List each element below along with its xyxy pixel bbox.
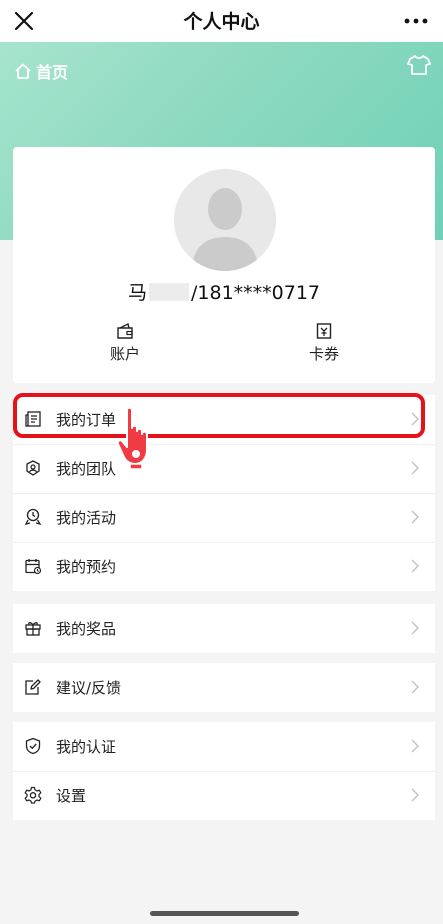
activity-icon bbox=[24, 508, 42, 526]
chevron-right-icon bbox=[411, 680, 419, 694]
shield-check-icon bbox=[25, 737, 41, 755]
chevron-right-icon bbox=[411, 461, 419, 475]
page-title: 个人中心 bbox=[183, 11, 260, 33]
menu-item-feedback[interactable]: 建议/反馈 bbox=[13, 663, 435, 712]
more-options-icon[interactable] bbox=[403, 12, 429, 30]
account-label: 账户 bbox=[109, 345, 140, 363]
coupon-label: 卡券 bbox=[308, 345, 339, 363]
menu-item-settings[interactable]: 设置 bbox=[13, 771, 435, 820]
chevron-right-icon bbox=[411, 510, 419, 524]
coupon-icon bbox=[316, 323, 332, 339]
menu-group-feedback: 建议/反馈 bbox=[13, 663, 435, 712]
home-link[interactable]: 首页 bbox=[14, 59, 68, 83]
menu-label-feedback: 建议/反馈 bbox=[56, 679, 122, 697]
wallet-icon bbox=[117, 322, 133, 339]
gift-icon bbox=[25, 622, 41, 636]
top-bar: 个人中心 bbox=[0, 0, 443, 42]
chevron-right-icon bbox=[411, 788, 419, 802]
chevron-right-icon bbox=[411, 621, 419, 635]
menu-label-prizes: 我的奖品 bbox=[56, 620, 117, 638]
user-name: 马/181****0717 bbox=[13, 278, 435, 305]
chevron-right-icon bbox=[411, 739, 419, 753]
menu-item-prizes[interactable]: 我的奖品 bbox=[13, 604, 435, 653]
user-name-prefix: 马 bbox=[127, 282, 147, 304]
calendar-icon bbox=[25, 559, 42, 575]
home-icon bbox=[15, 63, 31, 79]
pointing-hand-icon bbox=[116, 406, 148, 470]
menu-item-certification[interactable]: 我的认证 bbox=[13, 722, 435, 771]
default-avatar-icon bbox=[174, 169, 276, 271]
menu-label-booking: 我的预约 bbox=[56, 558, 117, 576]
shirt-icon[interactable] bbox=[407, 54, 431, 76]
menu-label-certification: 我的认证 bbox=[56, 738, 117, 756]
account-link[interactable]: 账户 bbox=[95, 322, 155, 364]
menu-group-prizes: 我的奖品 bbox=[13, 604, 435, 653]
highlight-outline bbox=[13, 393, 425, 438]
chevron-right-icon bbox=[411, 559, 419, 573]
menu-item-activity[interactable]: 我的活动 bbox=[13, 493, 435, 542]
gear-icon bbox=[24, 786, 42, 804]
menu-label-activity: 我的活动 bbox=[56, 509, 117, 527]
menu-item-booking[interactable]: 我的预约 bbox=[13, 542, 435, 591]
user-phone: /181****0717 bbox=[190, 282, 321, 304]
coupon-link[interactable]: 卡券 bbox=[294, 322, 354, 364]
menu-item-team[interactable]: 我的团队 bbox=[13, 444, 435, 493]
menu-label-settings: 设置 bbox=[56, 787, 87, 805]
home-indicator bbox=[150, 911, 299, 916]
home-label: 首页 bbox=[36, 63, 69, 82]
edit-icon bbox=[25, 679, 41, 695]
menu-group-account: 我的认证 设置 bbox=[13, 722, 435, 820]
masked-name bbox=[148, 283, 189, 301]
avatar[interactable] bbox=[174, 169, 276, 271]
profile-card: 马/181****0717 账户 卡券 bbox=[13, 147, 435, 383]
menu-label-team: 我的团队 bbox=[56, 460, 117, 478]
team-icon bbox=[26, 460, 40, 476]
